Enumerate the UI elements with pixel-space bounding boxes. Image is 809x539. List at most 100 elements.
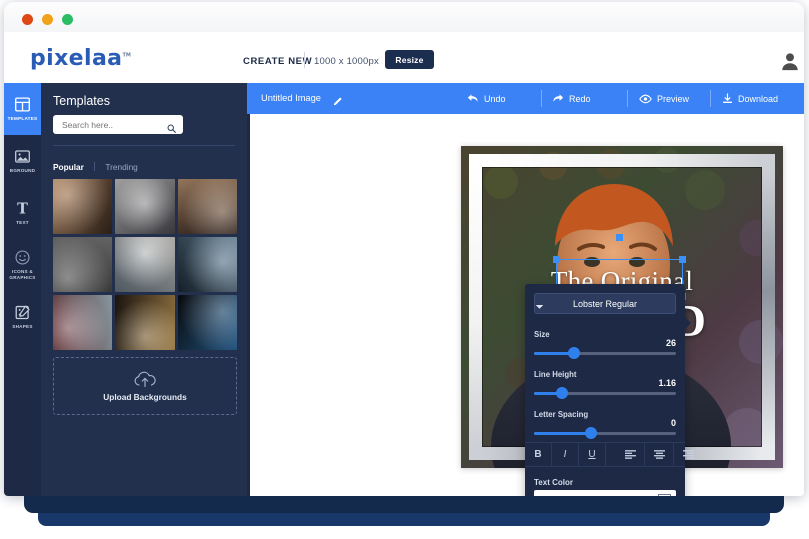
window-titlebar	[4, 2, 804, 32]
redo-button[interactable]: Redo	[552, 83, 591, 114]
size-label: Size	[534, 330, 550, 339]
minimize-window-dot[interactable]	[42, 14, 53, 25]
tab-divider	[94, 162, 96, 171]
size-value: 26	[665, 338, 676, 348]
app-logo[interactable]: pixelaaTM	[30, 46, 131, 71]
laptop-base-lower	[38, 513, 770, 526]
panel-divider	[53, 145, 235, 146]
thumbnail-overlay	[53, 237, 113, 292]
image-icon	[14, 148, 31, 165]
text-icon: T	[14, 200, 31, 218]
italic-button[interactable]: I	[552, 443, 579, 466]
laptop-base-upper	[24, 496, 784, 513]
undo-button[interactable]: Undo	[467, 83, 506, 114]
template-category-tabs: Popular Trending	[53, 162, 138, 172]
text-color-label: Text Color	[534, 478, 573, 487]
chevron-down-icon	[535, 302, 544, 309]
align-center-button[interactable]	[645, 443, 674, 466]
sidebar-label-icons-graphics: ICONS & GRAPHICS	[9, 269, 36, 280]
template-thumbnail[interactable]	[53, 179, 113, 234]
sidebar-label-text: TEXT	[16, 220, 29, 226]
line-height-label: Line Height	[534, 370, 577, 379]
document-title[interactable]: Untitled Image	[261, 93, 321, 103]
align-right-button[interactable]	[674, 443, 703, 466]
tab-trending[interactable]: Trending	[105, 162, 137, 172]
thumbnail-overlay	[115, 237, 175, 292]
preview-label: Preview	[657, 93, 690, 104]
template-thumbnail[interactable]	[177, 237, 237, 292]
svg-text:T: T	[17, 201, 28, 217]
maximize-window-dot[interactable]	[62, 14, 73, 25]
template-thumbnail[interactable]	[115, 179, 175, 234]
bold-button[interactable]: B	[525, 443, 552, 466]
download-label: Download	[738, 93, 779, 104]
thumbnail-overlay	[53, 295, 113, 350]
size-knob[interactable]	[567, 347, 580, 359]
letter-spacing-label: Letter Spacing	[534, 410, 589, 419]
cloud-upload-icon	[132, 370, 158, 388]
line-height-knob[interactable]	[556, 387, 569, 399]
sidebar-item-templates[interactable]: TEMPLATES	[4, 83, 41, 135]
letter-spacing-knob[interactable]	[584, 427, 597, 439]
canvas-dimensions-label: 1000 x 1000px	[314, 56, 379, 67]
search-box[interactable]	[53, 115, 183, 134]
letter-spacing-fill	[534, 432, 591, 435]
sidebar-item-icons-graphics[interactable]: ICONS & GRAPHICS	[4, 239, 41, 291]
thumbnail-overlay	[177, 179, 237, 234]
app-root: pixelaaTM CREATE NEW 1000 x 1000px Resiz…	[0, 0, 809, 539]
align-left-button[interactable]	[616, 443, 645, 466]
format-gap	[606, 443, 616, 466]
canvas-workspace: The Original BRAND NEW STYLES SHOP NOW w…	[247, 114, 804, 496]
resize-handle-top-right[interactable]	[679, 256, 686, 263]
search-input[interactable]	[60, 115, 164, 134]
toolbar-divider-3	[710, 90, 711, 107]
toolbar-divider-1	[541, 90, 542, 107]
undo-label: Undo	[484, 93, 506, 104]
template-thumbnail[interactable]	[177, 179, 237, 234]
browser-window: pixelaaTM CREATE NEW 1000 x 1000px Resiz…	[4, 2, 804, 496]
canvas-toolbar: Untitled Image Undo Redo Preview Downloa…	[247, 83, 804, 114]
close-window-dot[interactable]	[22, 14, 33, 25]
search-icon	[167, 120, 176, 133]
smiley-icon	[14, 249, 31, 266]
template-thumbnail[interactable]	[53, 237, 113, 292]
sidebar-item-text[interactable]: T TEXT	[4, 187, 41, 239]
template-thumbnail[interactable]	[177, 295, 237, 350]
template-thumbnail[interactable]	[53, 295, 113, 350]
text-properties-panel: Lobster Regular Size 26 Line Height 1.16	[525, 284, 694, 496]
app-logo-text: pixelaa	[30, 46, 123, 71]
upload-backgrounds-button[interactable]: Upload Backgrounds	[53, 357, 237, 415]
create-new-label[interactable]: CREATE NEW	[243, 56, 312, 67]
rotate-handle[interactable]	[616, 234, 623, 241]
tab-popular[interactable]: Popular	[53, 162, 84, 172]
resize-button[interactable]: Resize	[385, 50, 434, 69]
sidebar-item-bground[interactable]: BGROUND	[4, 135, 41, 187]
preview-button[interactable]: Preview	[639, 83, 689, 114]
upload-backgrounds-label: Upload Backgrounds	[103, 392, 187, 402]
sidebar-label-shapes: SHAPES	[12, 324, 33, 330]
template-thumbnail[interactable]	[115, 237, 175, 292]
thumbnail-overlay	[177, 237, 237, 292]
line-height-value: 1.16	[658, 378, 676, 388]
letter-spacing-value: 0	[670, 418, 676, 428]
font-family-value: Lobster Regular	[572, 299, 638, 309]
templates-panel: Templates Popular Trending	[41, 83, 267, 496]
header-divider	[304, 52, 305, 68]
download-button[interactable]: Download	[722, 83, 778, 114]
underline-button[interactable]: U	[579, 443, 606, 466]
tool-rail: TEMPLATES BGROUND T TEXT ICONS & GRAPHIC…	[4, 83, 41, 496]
font-family-select[interactable]: Lobster Regular	[534, 293, 676, 314]
sidebar-label-bground: BGROUND	[9, 168, 36, 174]
thumbnail-overlay	[177, 295, 237, 350]
panel-divider-2	[525, 466, 685, 467]
thumbnail-overlay	[115, 179, 175, 234]
thumbnail-overlay	[115, 295, 175, 350]
text-format-row: B I U	[525, 443, 694, 466]
resize-handle-top-left[interactable]	[553, 256, 560, 263]
user-avatar-icon[interactable]	[779, 50, 801, 72]
template-thumbnail[interactable]	[115, 295, 175, 350]
pencil-icon[interactable]	[333, 93, 343, 106]
templates-icon	[14, 96, 31, 113]
trademark-mark: TM	[122, 52, 131, 59]
sidebar-item-shapes[interactable]: SHAPES	[4, 291, 41, 343]
